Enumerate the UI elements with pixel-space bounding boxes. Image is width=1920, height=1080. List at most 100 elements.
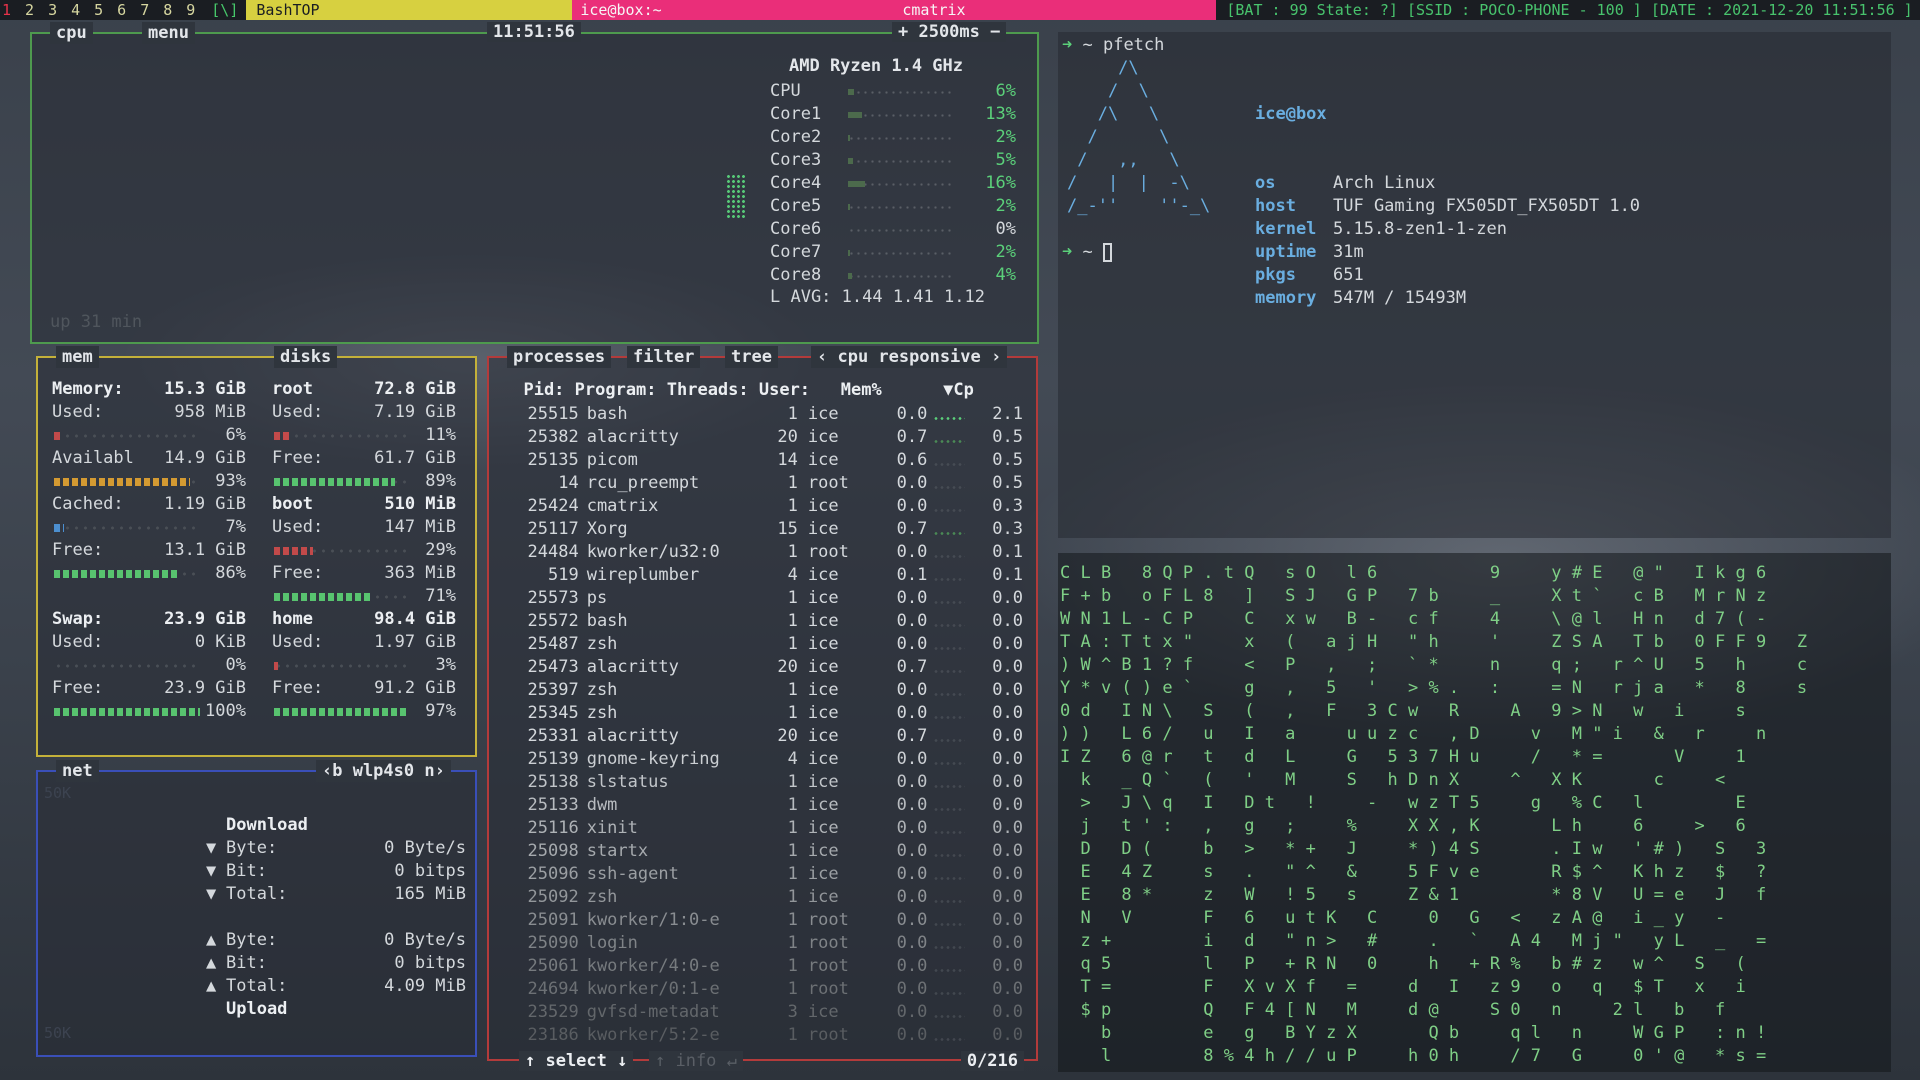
table-row[interactable]: 25061 kworker/4:0-e 1 root 0.0 0.0 [503,955,1023,978]
pid-cell: 23186 [527,1025,579,1045]
update-interval[interactable]: + 2500ms − [892,22,1007,42]
table-row[interactable]: 25090 login 1 root 0.0 0.0 [503,932,1023,955]
table-row[interactable]: 25331 alacritty 20 ice 0.7 0.0 [503,725,1023,748]
workspace-4[interactable]: 4 [65,0,88,20]
table-row[interactable]: 25133 dwm 1 ice 0.0 0.0 [503,794,1023,817]
info-control[interactable]: ↑ info ↵ [649,1051,743,1071]
layout-indicator[interactable]: [\] [203,0,246,20]
table-row[interactable]: 25138 slstatus 1 ice 0.0 0.0 [503,771,1023,794]
pfetch-value: 547M / 15493M [1333,288,1467,308]
stat-value: 23.9 GiB [164,609,246,629]
pid-cell: 25572 [527,611,579,631]
workspace-1[interactable]: 1 [0,0,19,20]
cpu-cell: 2.1 [992,404,1023,424]
cpu-core-label: Core7 [770,242,822,262]
stat-value: 13.1 GiB [164,540,246,560]
cpu-mini-graph [927,633,971,656]
workspace-2[interactable]: 2 [19,0,42,20]
gauge-percent: 71% [425,586,456,606]
table-row[interactable]: 25135 picom 14 ice 0.6 0.5 [503,449,1023,472]
usage-gauge: 97% [272,700,456,723]
pid-cell: 25116 [527,818,579,838]
filter-tab-label: filter [633,347,695,367]
stat-value: 72.8 GiB [374,379,456,399]
meter-fill [848,158,853,164]
stat-key: Swap: [52,609,104,629]
tree-tab[interactable]: tree [725,346,778,368]
mini-graph-dots [933,555,966,558]
cpu-mini-graph [927,587,971,610]
table-row[interactable]: 25345 zsh 1 ice 0.0 0.0 [503,702,1023,725]
table-row[interactable]: 25092 zsh 1 ice 0.0 0.0 [503,886,1023,909]
table-row[interactable]: 25096 ssh-agent 1 ice 0.0 0.0 [503,863,1023,886]
matrix-row: q 5 l P + R N 0 h + R % b # z w ^ S ( [1060,954,1746,974]
table-row[interactable]: 14 rcu_preempt 1 root 0.0 0.5 [503,472,1023,495]
pfetch-key: uptime [1255,242,1317,262]
workspace-8[interactable]: 8 [157,0,180,20]
table-row[interactable]: 25139 gnome-keyring 4 ice 0.0 0.0 [503,748,1023,771]
table-row[interactable]: 25098 startx 1 ice 0.0 0.0 [503,840,1023,863]
menu-tab[interactable]: menu [142,22,195,44]
program-cell: startx [586,841,649,861]
mini-graph-dots [933,532,966,535]
cpu-cell: 0.3 [992,519,1023,539]
workspace-9[interactable]: 9 [180,0,203,20]
cpu-mini-graph [927,1001,971,1024]
cpu-core-row: Core2 2% [770,126,1022,149]
table-row[interactable]: 24484 kworker/u32:0 1 root 0.0 0.1 [503,541,1023,564]
stat-row: root 72.8 GiB [272,378,456,401]
mem-cell: 0.0 [896,841,928,861]
workspace-7[interactable]: 7 [134,0,157,20]
up-byte-value: 0 Byte/s [384,930,466,950]
cpu-mini-graph [927,748,971,771]
gauge-percent: 6% [225,425,246,445]
upload-arrow-icon: ▲ [206,930,217,950]
stat-value: 91.2 GiB [374,678,456,698]
cpu-core-meter [844,149,956,172]
table-row[interactable]: 25424 cmatrix 1 ice 0.0 0.3 [503,495,1023,518]
threads-cell: 1 [787,1025,798,1045]
cpu-core-percent: 0% [995,219,1016,239]
table-row[interactable]: 23529 gvfsd-metadat 3 ice 0.0 0.0 [503,1001,1023,1024]
workspace-6[interactable]: 6 [111,0,134,20]
table-row[interactable]: 24694 kworker/0:1-e 1 root 0.0 0.0 [503,978,1023,1001]
meter-track [848,206,952,209]
pfetch-key: os [1255,173,1276,193]
terminal-prompt[interactable]: ➜ ~ [1062,241,1112,264]
table-row[interactable]: 25572 bash 1 ice 0.0 0.0 [503,610,1023,633]
table-row[interactable]: 25116 xinit 1 ice 0.0 0.0 [503,817,1023,840]
cpu-cell: 0.0 [992,611,1023,631]
stat-key: Used: [52,402,104,422]
select-control[interactable]: ↑ select ↓ [519,1051,634,1071]
matrix-row: E 4 Z s . " ^ & 5 F v e R $ ^ K h z $ ? [1060,862,1767,882]
sort-selector[interactable]: ‹ cpu responsive › [811,346,1008,368]
down-byte-value: 0 Byte/s [384,838,466,858]
table-row[interactable]: 25487 zsh 1 ice 0.0 0.0 [503,633,1023,656]
cpu-tab[interactable]: cpu [50,22,93,44]
cpu-mini-graph [927,771,971,794]
table-row[interactable]: 23186 kworker/5:2-e 1 root 0.0 0.0 [503,1024,1023,1047]
user-cell: root [807,933,849,953]
table-row[interactable]: 25473 alacritty 20 ice 0.7 0.0 [503,656,1023,679]
table-row[interactable]: 519 wireplumber 4 ice 0.1 0.1 [503,564,1023,587]
cpu-cell: 0.0 [992,956,1023,976]
mini-graph-dots [933,739,966,742]
interface-selector[interactable]: ‹b wlp4s0 n› [316,760,451,782]
pfetch-field: os Arch Linux [1255,172,1640,195]
table-row[interactable]: 25573 ps 1 ice 0.0 0.0 [503,587,1023,610]
filter-tab[interactable]: filter [627,346,701,368]
stat-row: Free: 61.7 GiB [272,447,456,470]
workspace-5[interactable]: 5 [88,0,111,20]
table-row[interactable]: 25515 bash 1 ice 0.0 2.1 [503,403,1023,426]
table-row[interactable]: 25117 Xorg 15 ice 0.7 0.3 [503,518,1023,541]
cpu-core-label: Core5 [770,196,822,216]
cpu-cell: 0.5 [992,427,1023,447]
table-row[interactable]: 25382 alacritty 20 ice 0.7 0.5 [503,426,1023,449]
user-cell: ice [807,404,839,424]
table-row[interactable]: 25397 zsh 1 ice 0.0 0.0 [503,679,1023,702]
workspace-3[interactable]: 3 [42,0,65,20]
usage-gauge: 29% [272,539,456,562]
program-cell: kworker/4:0-e [586,956,720,976]
threads-cell: 1 [787,703,798,723]
table-row[interactable]: 25091 kworker/1:0-e 1 root 0.0 0.0 [503,909,1023,932]
